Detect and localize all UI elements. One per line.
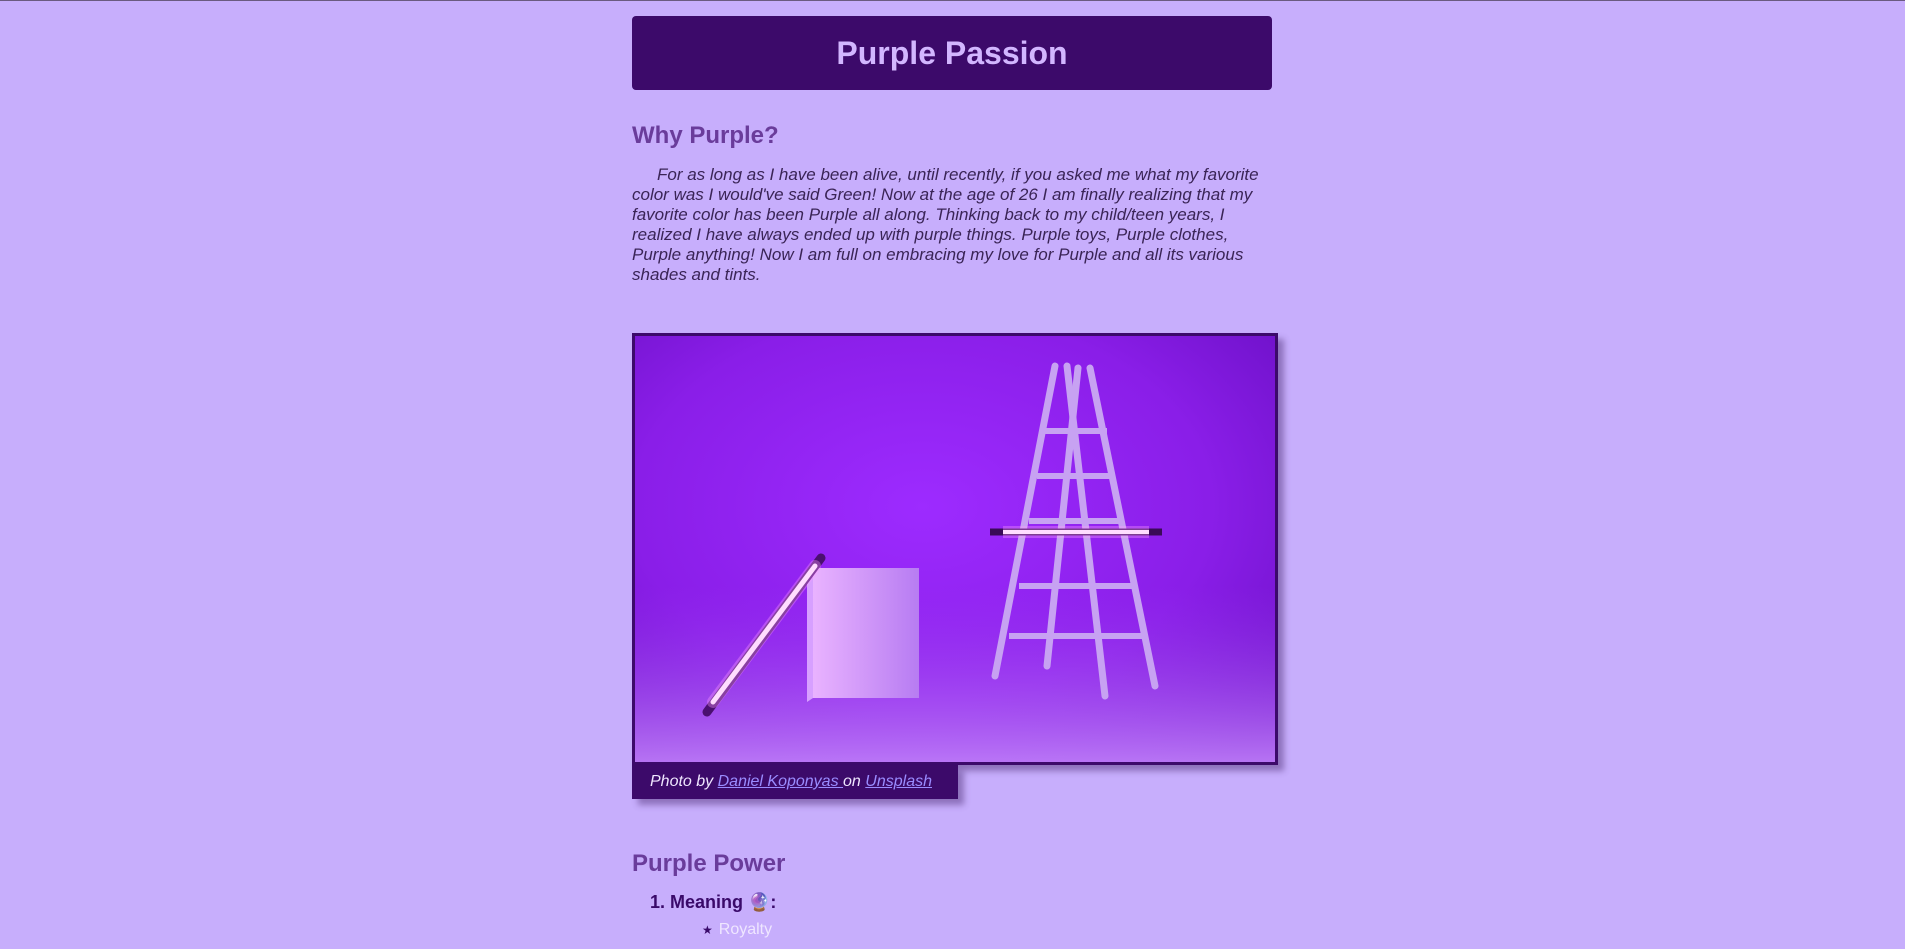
meaning-label: Meaning 🔮: xyxy=(670,892,777,912)
author-link[interactable]: Daniel Koponyas xyxy=(718,773,843,790)
unsplash-link[interactable]: Unsplash xyxy=(865,773,932,790)
page-container: Purple Passion Why Purple? For as long a… xyxy=(632,16,1278,938)
caption-prefix: Photo by xyxy=(650,773,718,790)
page-title: Purple Passion xyxy=(836,34,1068,71)
meaning-sublist: ★ Royalty xyxy=(670,918,785,942)
power-list: Meaning 🔮: ★ Royalty xyxy=(632,890,785,942)
star-bullet-icon: ★ xyxy=(702,923,713,937)
why-purple-heading: Why Purple? xyxy=(632,122,779,149)
list-item-meaning: Meaning 🔮: ★ Royalty xyxy=(670,890,785,942)
purple-power-section: Purple Power Meaning 🔮: ★ Royalty xyxy=(632,850,785,942)
photo-figure: Photo by Daniel Koponyas on Unsplash xyxy=(632,333,1278,799)
caption-mid: on xyxy=(843,773,866,790)
purple-neon-photo xyxy=(632,333,1278,765)
list-item: ★ Royalty xyxy=(702,918,785,942)
neon-ladder-illustration xyxy=(635,336,1275,762)
photo-caption: Photo by Daniel Koponyas on Unsplash xyxy=(632,765,958,799)
why-purple-paragraph: For as long as I have been alive, until … xyxy=(632,165,1259,284)
header-banner: Purple Passion xyxy=(632,16,1272,90)
purple-power-heading: Purple Power xyxy=(632,850,786,877)
sublist-item-text: Royalty xyxy=(718,921,773,938)
